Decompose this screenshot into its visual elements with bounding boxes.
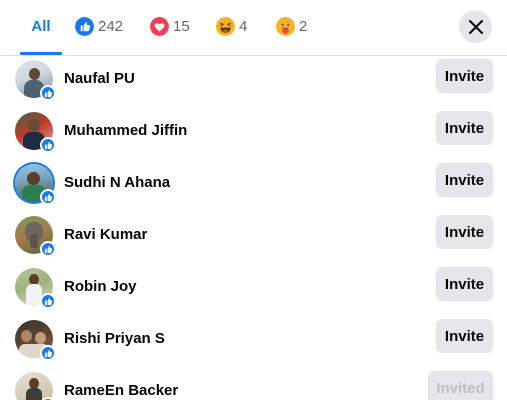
avatar[interactable]	[15, 372, 56, 400]
like-badge-icon	[40, 293, 56, 309]
list-item: RameEn Backer Invited	[0, 368, 507, 400]
care-count: 2	[299, 18, 308, 35]
like-badge-icon	[40, 345, 56, 361]
avatar[interactable]	[15, 268, 56, 309]
tab-like[interactable]: 242	[75, 0, 123, 53]
like-badge-icon	[40, 241, 56, 257]
avatar[interactable]	[15, 164, 56, 205]
tab-care[interactable]: 2	[276, 0, 307, 53]
person-name[interactable]: Naufal PU	[64, 70, 135, 87]
close-icon	[468, 19, 483, 34]
person-name[interactable]: Robin Joy	[64, 278, 137, 295]
list-item: Rishi Priyan S Invite	[0, 316, 507, 368]
active-tab-indicator	[20, 52, 62, 55]
love-count: 15	[173, 18, 190, 35]
invite-button[interactable]: Invite	[436, 163, 493, 197]
haha-icon	[216, 17, 235, 36]
invite-button[interactable]: Invite	[436, 59, 493, 93]
invite-button[interactable]: Invite	[436, 319, 493, 353]
list-item: Muhammed Jiffin Invite	[0, 108, 507, 160]
like-badge-icon	[40, 137, 56, 153]
avatar[interactable]	[15, 216, 56, 257]
person-name[interactable]: Muhammed Jiffin	[64, 122, 187, 139]
tab-haha[interactable]: 4	[216, 0, 247, 53]
like-count: 242	[98, 18, 124, 35]
list-item: Sudhi N Ahana Invite	[0, 160, 507, 212]
haha-count: 4	[239, 18, 248, 35]
avatar[interactable]	[15, 112, 56, 153]
person-name[interactable]: RameEn Backer	[64, 382, 178, 399]
list-item: Robin Joy Invite	[0, 264, 507, 316]
avatar[interactable]	[15, 60, 56, 101]
invite-button[interactable]: Invite	[436, 111, 493, 145]
invite-button[interactable]: Invite	[436, 267, 493, 301]
tab-all-label: All	[31, 18, 51, 35]
list-item: Ravi Kumar Invite	[0, 212, 507, 264]
invite-button[interactable]: Invite	[436, 215, 493, 249]
person-name[interactable]: Sudhi N Ahana	[64, 174, 170, 191]
person-name[interactable]: Ravi Kumar	[64, 226, 147, 243]
close-button[interactable]	[459, 10, 492, 43]
reaction-tabs: All 242 15 4 2	[0, 0, 507, 56]
tab-all[interactable]: All	[20, 0, 62, 55]
like-badge-icon	[40, 189, 56, 205]
person-name[interactable]: Rishi Priyan S	[64, 330, 165, 347]
tab-love[interactable]: 15	[150, 0, 190, 53]
list-item: Naufal PU Invite	[0, 56, 507, 108]
love-icon	[150, 17, 169, 36]
care-icon	[276, 17, 295, 36]
avatar[interactable]	[15, 320, 56, 361]
like-icon	[75, 17, 94, 36]
reactors-list: Naufal PU Invite Muhammed Jiffin Invite	[0, 56, 507, 400]
invited-button: Invited	[428, 371, 493, 400]
like-badge-icon	[40, 85, 56, 101]
